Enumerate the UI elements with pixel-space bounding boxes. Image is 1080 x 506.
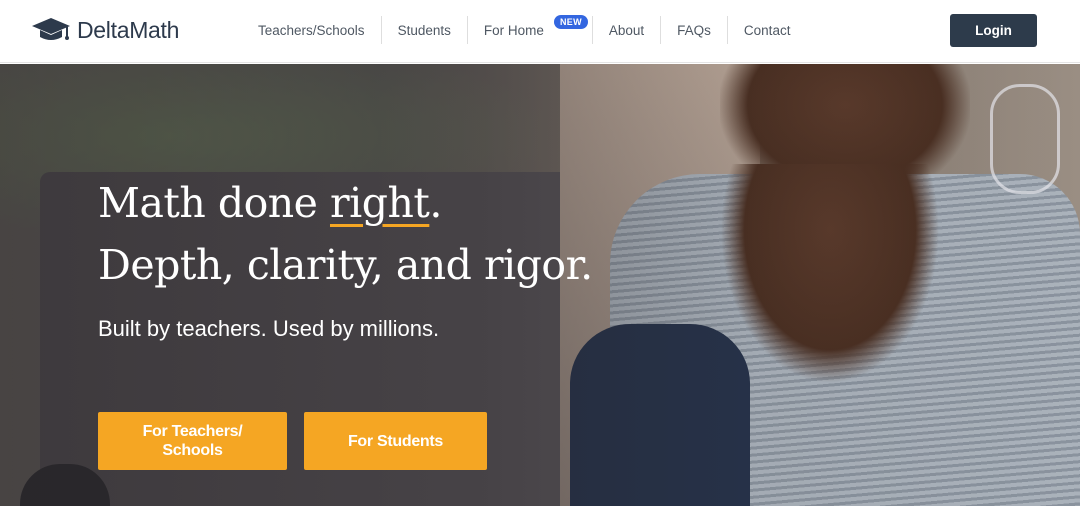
headline-text: . — [429, 179, 442, 227]
headline-text: Math done — [98, 179, 330, 227]
headline-line-1: Math done right. — [98, 172, 593, 234]
nav-item-students[interactable]: Students — [382, 16, 468, 44]
hero-subheadline: Built by teachers. Used by millions. — [98, 316, 440, 341]
nav-item-faqs[interactable]: FAQs — [661, 16, 728, 44]
login-button[interactable]: Login — [950, 14, 1037, 47]
nav-label: For Home — [483, 22, 544, 38]
nav-item-about[interactable]: About — [593, 16, 662, 44]
brand-name: DeltaMath — [77, 16, 180, 43]
site-header: DeltaMath Teachers/Schools Students For … — [0, 0, 1080, 63]
for-students-button[interactable]: For Students — [304, 412, 487, 470]
nav-item-for-home[interactable]: For Home NEW — [468, 15, 593, 44]
nav-label: Contact — [743, 22, 791, 38]
nav-label: FAQs — [677, 22, 711, 38]
button-label-line: Schools — [162, 442, 223, 459]
graduation-cap-icon — [31, 16, 71, 44]
nav-item-contact[interactable]: Contact — [728, 16, 807, 44]
for-teachers-schools-button[interactable]: For Teachers/ Schools — [98, 412, 287, 470]
nav-label: Teachers/Schools — [258, 22, 365, 38]
hero-section: Math done right. Depth, clarity, and rig… — [0, 64, 1080, 506]
nav-label: Students — [397, 22, 451, 38]
button-label-line: For Teachers/ — [142, 423, 243, 440]
headline-emphasis: right — [329, 179, 430, 227]
brand-logo[interactable]: DeltaMath — [31, 14, 179, 46]
nav-item-teachers-schools[interactable]: Teachers/Schools — [242, 16, 382, 44]
nav-label: About — [608, 22, 645, 38]
new-badge: NEW — [553, 15, 588, 29]
hero-headline: Math done right. Depth, clarity, and rig… — [98, 172, 593, 296]
headline-line-2: Depth, clarity, and rigor. — [98, 241, 593, 289]
main-nav: Teachers/Schools Students For Home NEW A… — [242, 15, 807, 44]
